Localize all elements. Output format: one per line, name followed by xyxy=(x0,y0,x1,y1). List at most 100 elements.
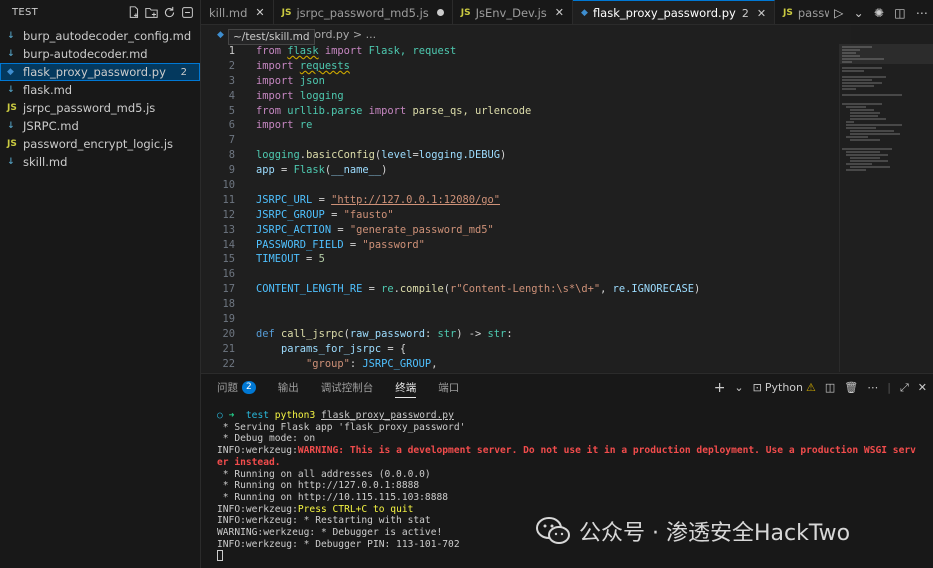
split-terminal-icon[interactable]: ◫ xyxy=(825,381,835,394)
maximize-panel-icon[interactable]: ⤢ xyxy=(900,381,909,395)
line-number: 20 xyxy=(222,327,235,340)
file-item[interactable]: JS password_encrypt_logic.js xyxy=(0,135,200,153)
unsaved-dot-icon[interactable] xyxy=(436,9,444,16)
file-item-active[interactable]: ◆ flask_proxy_password.py 2 xyxy=(0,63,200,81)
tab-terminal[interactable]: 终端 xyxy=(395,374,417,401)
code-line: 9 app = Flask(__name__) xyxy=(201,163,839,178)
code-line: 3 import json xyxy=(201,74,839,89)
code-line: 13 JSRPC_ACTION = "generate_password_md5" xyxy=(201,223,839,238)
collapse-all-icon[interactable] xyxy=(180,5,194,19)
file-name: password_encrypt_logic.js xyxy=(23,137,174,151)
chevron-down-icon[interactable]: ⌄ xyxy=(734,381,743,394)
line-number: 1 xyxy=(228,45,235,57)
file-item[interactable]: ↓ flask.md xyxy=(0,81,200,99)
file-name: JSRPC.md xyxy=(23,119,79,133)
more-actions-icon[interactable]: ⋯ xyxy=(916,6,928,20)
prompt-dot-icon: ○ xyxy=(217,410,223,421)
explorer-header: TEST xyxy=(0,0,200,24)
copilot-icon[interactable]: ✺ xyxy=(874,6,884,20)
log-prefix: INFO:werkzeug: xyxy=(217,445,298,457)
file-item[interactable]: JS jsrpc_password_md5.js xyxy=(0,99,200,117)
file-item[interactable]: ↓ skill.md xyxy=(0,153,200,171)
tab-output[interactable]: 输出 xyxy=(278,374,299,401)
code-line: 21 params_for_jsrpc = { xyxy=(201,342,839,357)
terminal-line: * Running on http://10.115.115.103:8888 xyxy=(217,491,449,503)
code-line: 15 TIMEOUT = 5 xyxy=(201,252,839,267)
code-line: 19 xyxy=(201,312,839,327)
hover-tooltip: ~/test/skill.md xyxy=(228,29,315,45)
file-list: ↓ burp_autodecoder_config.md ↓ burp-autode… xyxy=(0,27,200,171)
panel-tab-label: 终端 xyxy=(395,382,417,394)
minimap-preview xyxy=(840,44,933,171)
terminal-icon: ⊡ xyxy=(752,381,762,394)
vscode-window: TEST ↓ burp_autodecoder_config.md ↓ burp-a… xyxy=(0,0,933,568)
watermark: 公众号 · 渗透安全HackTwo xyxy=(535,512,850,550)
more-actions-icon[interactable]: ⋯ xyxy=(867,381,878,394)
code-line: 2 import requests xyxy=(201,59,839,74)
file-item[interactable]: ↓ JSRPC.md xyxy=(0,117,200,135)
minimap[interactable] xyxy=(839,44,933,372)
terminal-line: INFO:werkzeug:WARNING: This is a develop… xyxy=(217,445,927,457)
close-panel-icon[interactable]: ✕ xyxy=(918,381,927,394)
refresh-icon[interactable] xyxy=(162,5,176,19)
explorer-sidebar: TEST ↓ burp_autodecoder_config.md ↓ burp-a… xyxy=(0,0,201,568)
code-line: 4 import logging xyxy=(201,89,839,104)
code-line: 6 import re xyxy=(201,118,839,133)
panel-tab-label: 端口 xyxy=(438,382,460,394)
line-number: 9 xyxy=(228,164,235,177)
new-folder-icon[interactable] xyxy=(144,5,158,19)
tab-ports[interactable]: 端口 xyxy=(438,374,459,401)
tab-jsrpc-password-md5[interactable]: JS jsrpc_password_md5.js xyxy=(273,0,453,24)
tab-flask-proxy-password[interactable]: ◆ flask_proxy_password.py 2 ✕ xyxy=(573,0,776,24)
close-icon[interactable]: ✕ xyxy=(555,6,564,19)
line-number: 4 xyxy=(228,89,235,102)
warning-message: WARNING: This is a development server. D… xyxy=(297,445,916,457)
prompt-arrow-icon: ➜ xyxy=(228,410,235,421)
file-item[interactable]: ↓ burp-autodecoder.md xyxy=(0,45,200,63)
python-file-icon: ◆ xyxy=(7,67,14,77)
file-name: burp_autodecoder_config.md xyxy=(23,29,192,43)
markdown-file-icon: ↓ xyxy=(7,31,15,41)
terminal-profile[interactable]: ⊡ Python ⚠ xyxy=(753,381,816,394)
editor-tabs: kill.md ✕ JS jsrpc_password_md5.js JS JsEnv… xyxy=(201,0,933,25)
tab-problem-count: 2 xyxy=(741,6,749,20)
code-line: 5 from urllib.parse import parse_qs, urle… xyxy=(201,104,839,119)
watermark-text: 公众号 · 渗透安全HackTwo xyxy=(579,521,851,546)
line-number: 2 xyxy=(228,59,235,72)
line-number: 13 xyxy=(222,223,235,236)
close-icon[interactable]: ✕ xyxy=(757,7,766,20)
tab-debug-console[interactable]: 调试控制台 xyxy=(321,374,374,401)
code-line: 12 JSRPC_GROUP = "fausto" xyxy=(201,208,839,223)
tab-skill-md[interactable]: kill.md ✕ xyxy=(201,0,274,24)
panel-actions: + ⌄ ⊡ Python ⚠ ◫ 🗑 ⋯ | ⤢ ✕ xyxy=(714,374,927,401)
tab-label: kill.md xyxy=(209,5,248,20)
close-icon[interactable]: ✕ xyxy=(255,6,264,19)
javascript-file-icon: JS xyxy=(7,139,17,149)
prompt-dir: test xyxy=(245,410,270,421)
markdown-file-icon: ↓ xyxy=(7,85,15,95)
line-number: 19 xyxy=(222,313,235,326)
terminal-line: * Running on http://127.0.0.1:8888 xyxy=(217,480,420,492)
tab-jsenv-dev[interactable]: JS JsEnv_Dev.js ✕ xyxy=(452,0,574,24)
run-dropdown-icon[interactable]: ⌄ xyxy=(854,6,864,20)
command-arg: flask_proxy_password.py xyxy=(321,410,454,421)
file-name: burp-autodecoder.md xyxy=(23,47,148,61)
warning-icon: ⚠ xyxy=(806,381,816,394)
trash-icon[interactable]: 🗑 xyxy=(844,381,858,394)
line-number: 12 xyxy=(222,208,235,221)
new-terminal-icon[interactable]: + xyxy=(714,380,726,396)
panel-tab-label: 问题 xyxy=(217,382,238,394)
run-icon[interactable]: ▷ xyxy=(834,6,843,20)
panel-tab-label: 输出 xyxy=(277,382,299,394)
file-item[interactable]: ↓ burp_autodecoder_config.md xyxy=(0,27,200,45)
line-number: 10 xyxy=(222,179,235,192)
quit-hint: Press CTRL+C to quit xyxy=(297,503,414,515)
code-line: 14 PASSWORD_FIELD = "password" xyxy=(201,238,839,253)
code-editor[interactable]: 1 from flask import Flask, request 2 impor… xyxy=(201,44,839,372)
tab-problems[interactable]: 问题 2 xyxy=(217,374,256,401)
code-line: 22 "group": JSRPC_GROUP, xyxy=(201,357,839,372)
split-editor-icon[interactable]: ◫ xyxy=(894,6,905,20)
new-file-icon[interactable] xyxy=(126,5,140,19)
line-number: 5 xyxy=(228,104,235,117)
terminal-cursor xyxy=(217,550,223,562)
